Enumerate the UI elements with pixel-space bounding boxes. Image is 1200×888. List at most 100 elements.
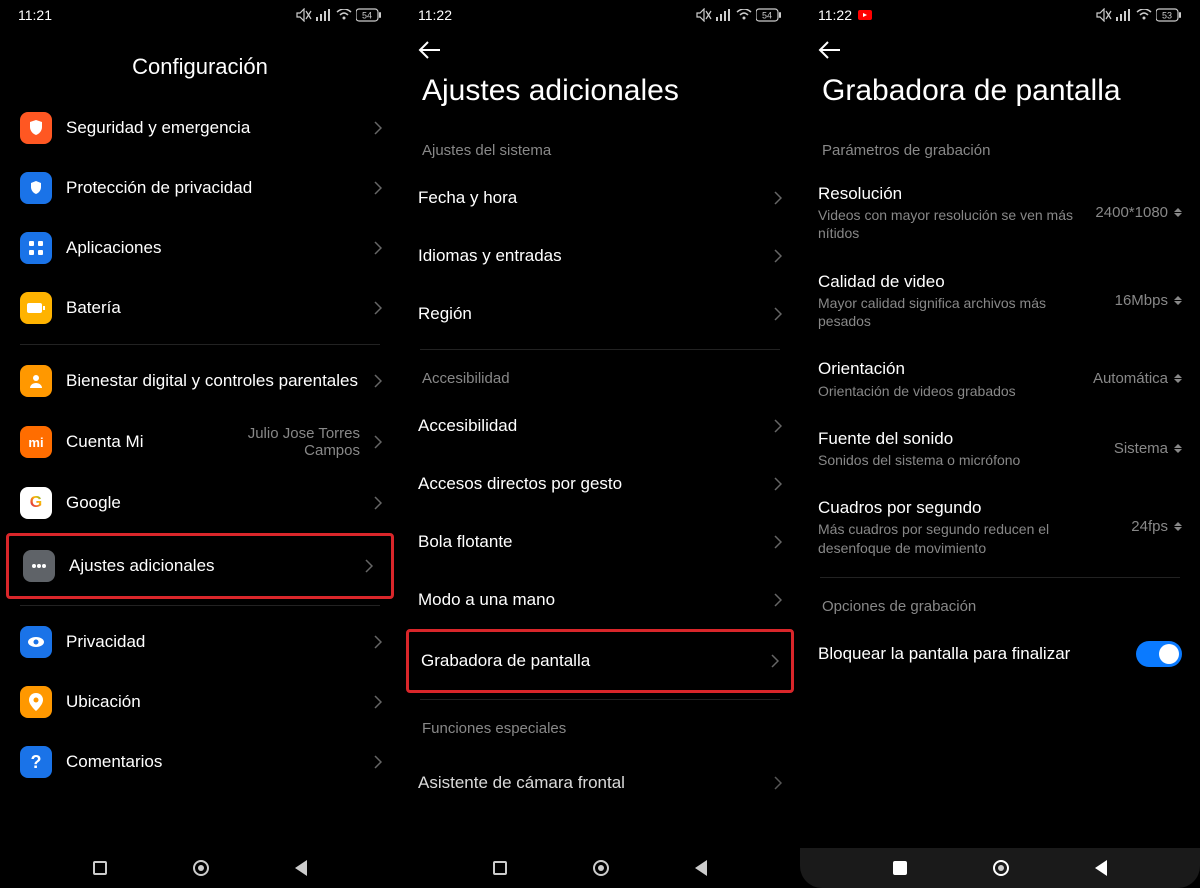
row-bloquear-pantalla-finalizar[interactable]: Bloquear la pantalla para finalizar bbox=[800, 625, 1200, 683]
wifi-icon bbox=[336, 9, 352, 21]
row-bienestar-digital[interactable]: Bienestar digital y controles parentales bbox=[0, 351, 400, 411]
status-bar: 11:21 54 bbox=[0, 0, 400, 30]
svg-text:54: 54 bbox=[362, 11, 372, 21]
nav-recent-button[interactable] bbox=[93, 861, 107, 875]
row-label: Protección de privacidad bbox=[66, 177, 360, 198]
row-modo-una-mano[interactable]: Modo a una mano bbox=[400, 571, 800, 629]
nav-back-button[interactable] bbox=[695, 860, 707, 876]
signal-icon bbox=[716, 9, 732, 21]
chevron-right-icon bbox=[365, 559, 373, 573]
person-icon bbox=[20, 365, 52, 397]
row-label: Accesos directos por gesto bbox=[418, 473, 760, 494]
page-title: Ajustes adicionales bbox=[400, 64, 800, 128]
nav-recent-button[interactable] bbox=[493, 861, 507, 875]
row-label: Accesibilidad bbox=[418, 415, 760, 436]
chevron-right-icon bbox=[374, 435, 382, 449]
row-sub: Orientación de videos grabados bbox=[818, 382, 1079, 400]
row-ajustes-adicionales[interactable]: Ajustes adicionales bbox=[9, 536, 391, 596]
row-label: Batería bbox=[66, 297, 360, 318]
nav-home-button[interactable] bbox=[993, 860, 1009, 876]
chevron-right-icon bbox=[774, 776, 782, 790]
row-value: 2400*1080 bbox=[1095, 204, 1168, 221]
row-fuente-sonido[interactable]: Fuente del sonido Sonidos del sistema o … bbox=[800, 414, 1200, 483]
updown-icon bbox=[1174, 296, 1182, 305]
status-bar: 11:22 54 bbox=[400, 0, 800, 30]
row-seguridad-emergencia[interactable]: Seguridad y emergencia bbox=[0, 98, 400, 158]
chevron-right-icon bbox=[374, 496, 382, 510]
page-title: Grabadora de pantalla bbox=[800, 64, 1200, 128]
eye-icon bbox=[20, 626, 52, 658]
divider bbox=[20, 605, 380, 606]
dots-icon bbox=[23, 550, 55, 582]
chevron-right-icon bbox=[774, 249, 782, 263]
shield-icon bbox=[20, 112, 52, 144]
nav-bar bbox=[800, 848, 1200, 888]
divider bbox=[420, 699, 780, 700]
row-label: Seguridad y emergencia bbox=[66, 117, 360, 138]
row-label: Resolución bbox=[818, 183, 1081, 204]
row-privacidad[interactable]: Privacidad bbox=[0, 612, 400, 672]
row-ubicacion[interactable]: Ubicación bbox=[0, 672, 400, 732]
row-google[interactable]: G Google bbox=[0, 473, 400, 533]
row-value: 16Mbps bbox=[1115, 292, 1168, 309]
row-region[interactable]: Región bbox=[400, 285, 800, 343]
row-resolucion[interactable]: Resolución Videos con mayor resolución s… bbox=[800, 169, 1200, 257]
row-cuenta-mi[interactable]: mi Cuenta Mi Julio Jose Torres Campos bbox=[0, 411, 400, 473]
nav-home-button[interactable] bbox=[593, 860, 609, 876]
chevron-right-icon bbox=[374, 301, 382, 315]
section-header: Ajustes del sistema bbox=[400, 128, 800, 169]
row-orientacion[interactable]: Orientación Orientación de videos grabad… bbox=[800, 344, 1200, 413]
screen-grabadora-pantalla: 11:22 53 Grabadora de pantalla Parámetro… bbox=[800, 0, 1200, 888]
updown-icon bbox=[1174, 444, 1182, 453]
settings-list[interactable]: Seguridad y emergencia Protección de pri… bbox=[0, 98, 400, 848]
chevron-right-icon bbox=[374, 374, 382, 388]
row-comentarios[interactable]: ? Comentarios bbox=[0, 732, 400, 792]
settings-list[interactable]: Parámetros de grabación Resolución Video… bbox=[800, 128, 1200, 848]
row-cuadros-segundo[interactable]: Cuadros por segundo Más cuadros por segu… bbox=[800, 483, 1200, 571]
settings-list[interactable]: Ajustes del sistema Fecha y hora Idiomas… bbox=[400, 128, 800, 848]
nav-recent-button[interactable] bbox=[893, 861, 907, 875]
nav-bar bbox=[0, 848, 400, 888]
chevron-right-icon bbox=[374, 755, 382, 769]
row-sub: Sonidos del sistema o micrófono bbox=[818, 451, 1100, 469]
google-icon: G bbox=[20, 487, 52, 519]
toggle-switch[interactable] bbox=[1136, 641, 1182, 667]
battery-icon: 54 bbox=[756, 8, 782, 22]
section-header: Parámetros de grabación bbox=[800, 128, 1200, 169]
back-button[interactable] bbox=[800, 30, 1200, 64]
row-proteccion-privacidad[interactable]: Protección de privacidad bbox=[0, 158, 400, 218]
chevron-right-icon bbox=[774, 191, 782, 205]
row-fecha-hora[interactable]: Fecha y hora bbox=[400, 169, 800, 227]
nav-bar bbox=[400, 848, 800, 888]
row-accesibilidad[interactable]: Accesibilidad bbox=[400, 397, 800, 455]
signal-icon bbox=[1116, 9, 1132, 21]
pin-icon bbox=[20, 686, 52, 718]
mute-icon bbox=[696, 8, 712, 22]
nav-home-button[interactable] bbox=[193, 860, 209, 876]
row-grabadora-pantalla[interactable]: Grabadora de pantalla bbox=[409, 632, 791, 690]
back-button[interactable] bbox=[400, 30, 800, 64]
wifi-icon bbox=[736, 9, 752, 21]
row-aplicaciones[interactable]: Aplicaciones bbox=[0, 218, 400, 278]
nav-back-button[interactable] bbox=[1095, 860, 1107, 876]
nav-back-button[interactable] bbox=[295, 860, 307, 876]
highlight-box: Grabadora de pantalla bbox=[406, 629, 794, 693]
row-accesos-gesto[interactable]: Accesos directos por gesto bbox=[400, 455, 800, 513]
status-icons: 54 bbox=[296, 8, 382, 22]
row-label: Bienestar digital y controles parentales bbox=[66, 370, 360, 391]
chevron-right-icon bbox=[374, 181, 382, 195]
row-bola-flotante[interactable]: Bola flotante bbox=[400, 513, 800, 571]
row-bateria[interactable]: Batería bbox=[0, 278, 400, 338]
screen-configuration: 11:21 54 Configuración Seguridad y emerg… bbox=[0, 0, 400, 888]
row-label: Google bbox=[66, 492, 360, 513]
row-label: Asistente de cámara frontal bbox=[418, 772, 760, 793]
question-icon: ? bbox=[20, 746, 52, 778]
row-idiomas-entradas[interactable]: Idiomas y entradas bbox=[400, 227, 800, 285]
updown-icon bbox=[1174, 522, 1182, 531]
row-calidad-video[interactable]: Calidad de video Mayor calidad significa… bbox=[800, 257, 1200, 345]
row-asistente-camara[interactable]: Asistente de cámara frontal bbox=[400, 747, 800, 805]
updown-icon bbox=[1174, 208, 1182, 217]
divider bbox=[820, 577, 1180, 578]
updown-icon bbox=[1174, 374, 1182, 383]
divider bbox=[420, 349, 780, 350]
